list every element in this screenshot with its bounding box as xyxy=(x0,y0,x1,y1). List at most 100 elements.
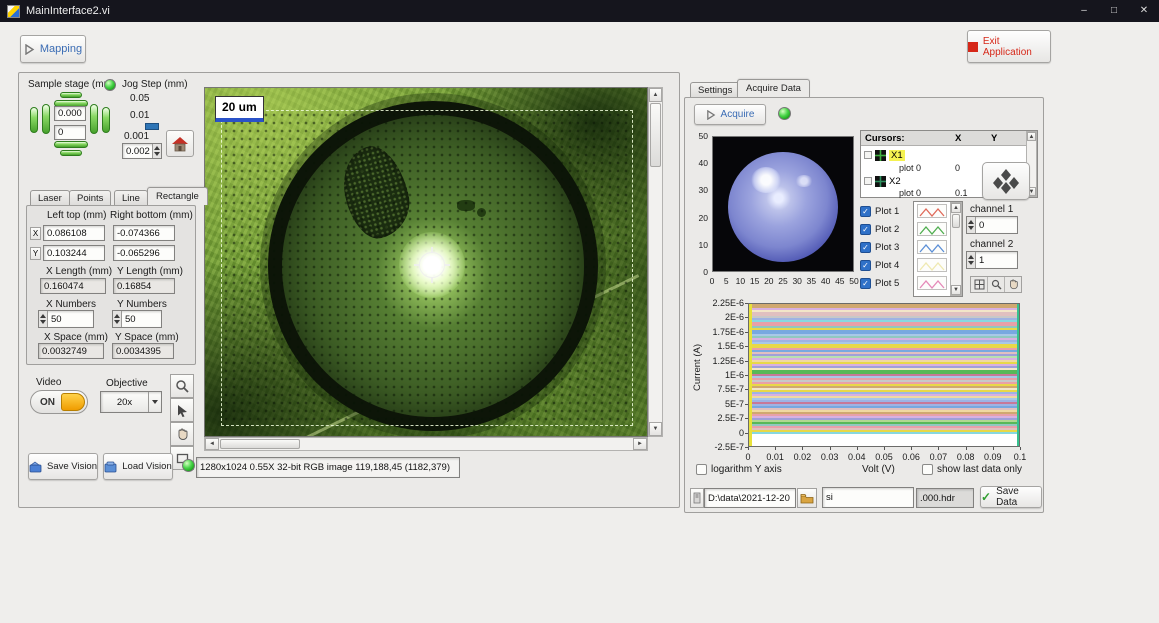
zoom-tool-button[interactable] xyxy=(170,374,194,398)
load-vision-button[interactable]: Load Vision xyxy=(103,453,173,480)
cursor-row-x1[interactable]: X1 xyxy=(864,149,1024,161)
plot-checkbox[interactable]: ✓ xyxy=(860,224,871,235)
iv-xtick-mark xyxy=(911,447,912,450)
browse-folder-button[interactable] xyxy=(797,488,817,508)
tab-line[interactable]: Line xyxy=(114,190,148,206)
iv-ytick: 2E-6 xyxy=(690,312,744,322)
close-button[interactable]: ✕ xyxy=(1129,0,1159,22)
save-vision-icon xyxy=(29,461,42,473)
channel1-spinner[interactable] xyxy=(967,217,976,233)
plot-checkbox[interactable]: ✓ xyxy=(860,278,871,289)
channel2-field[interactable]: 1 xyxy=(966,251,1018,269)
iv-cursor-x2-line[interactable] xyxy=(1017,304,1020,447)
plot-checkbox[interactable]: ✓ xyxy=(860,206,871,217)
tab-acquire-data[interactable]: Acquire Data xyxy=(737,79,810,97)
hand-icon xyxy=(176,428,189,441)
image-horizontal-scrollbar[interactable]: ◄ ► xyxy=(204,437,648,451)
plot-checkbox[interactable]: ✓ xyxy=(860,260,871,271)
stage-x-field[interactable]: 0.000 xyxy=(54,106,86,121)
exit-application-button[interactable]: Exit Application xyxy=(967,30,1051,63)
jog-step-value-field[interactable]: 0.002 xyxy=(122,143,162,159)
pan-tool-button[interactable] xyxy=(170,422,194,446)
save-vision-button[interactable]: Save Vision xyxy=(28,453,98,480)
acquire-button[interactable]: Acquire xyxy=(694,104,766,125)
intensity-graph-plot[interactable] xyxy=(712,136,854,272)
left-top-y-field[interactable]: 0.103244 xyxy=(43,245,105,261)
intensity-disc xyxy=(728,152,838,262)
jog-right-fast-button[interactable] xyxy=(102,107,110,133)
jog-left-button[interactable] xyxy=(42,104,50,134)
jog-down-button[interactable] xyxy=(54,141,88,148)
plot-legend-scrollbar[interactable]: ▲ ▼ xyxy=(950,202,962,296)
graph-pan-button[interactable] xyxy=(1005,277,1021,292)
jog-right-button[interactable] xyxy=(90,104,98,134)
save-data-button[interactable]: ✓ Save Data xyxy=(980,486,1042,508)
plot-style-icon[interactable] xyxy=(917,240,947,254)
mapping-button[interactable]: Mapping xyxy=(20,35,86,63)
stage-y-field[interactable]: 0 xyxy=(54,125,86,140)
graph-crosshair-button[interactable] xyxy=(971,277,988,292)
iv-ytick: 2.5E-7 xyxy=(690,413,744,423)
cursor-x1-plot: plot 0 xyxy=(899,163,921,173)
plot-style-icon[interactable] xyxy=(917,276,947,290)
filename-field[interactable]: si xyxy=(822,487,914,508)
cursor-tool-button[interactable] xyxy=(170,398,194,422)
jog-option-0001[interactable]: 0.001 xyxy=(124,131,149,142)
plot-row[interactable]: ✓Plot 3 xyxy=(860,239,912,255)
graph-zoom-button[interactable] xyxy=(988,277,1005,292)
plot-row[interactable]: ✓Plot 2 xyxy=(860,221,912,237)
crosshair-marker xyxy=(419,252,445,278)
tab-settings[interactable]: Settings xyxy=(690,82,740,98)
channel1-field[interactable]: 0 xyxy=(966,216,1018,234)
tab-rectangle[interactable]: Rectangle xyxy=(147,187,208,205)
maximize-button[interactable]: □ xyxy=(1099,0,1129,22)
intensity-ytick: 20 xyxy=(690,213,708,223)
plot-checkbox[interactable]: ✓ xyxy=(860,242,871,253)
intensity-ytick: 10 xyxy=(690,240,708,250)
cursor-mover-diamonds-icon xyxy=(991,168,1021,194)
tab-points[interactable]: Points xyxy=(69,190,111,206)
iv-plot-area[interactable] xyxy=(748,303,1020,447)
show-last-checkbox[interactable] xyxy=(922,464,933,475)
jog-option-005[interactable]: 0.05 xyxy=(130,93,149,104)
plot-style-icon[interactable] xyxy=(917,204,947,218)
x-numbers-spinner[interactable] xyxy=(39,311,48,327)
microscope-image[interactable]: 20 um xyxy=(204,87,648,437)
video-toggle[interactable]: ON xyxy=(30,390,88,414)
y-numbers-field[interactable]: 50 xyxy=(112,310,162,328)
iv-xtick: 0.09 xyxy=(981,452,1005,462)
cursor-mover-button[interactable] xyxy=(982,162,1030,200)
image-vertical-scrollbar[interactable]: ▲ ▼ xyxy=(648,87,663,437)
iv-cursor-x1-line[interactable] xyxy=(749,304,752,447)
right-bottom-y-field[interactable]: -0.065296 xyxy=(113,245,175,261)
home-button[interactable] xyxy=(166,130,194,157)
jog-step-spinner[interactable] xyxy=(152,144,161,158)
iv-ytick-mark xyxy=(745,303,748,304)
intensity-graph[interactable]: 0102030405005101520253035404550 xyxy=(690,130,860,292)
jog-step-slider-thumb[interactable] xyxy=(145,123,159,130)
data-path-field[interactable]: D:\data\2021-12-20 xyxy=(704,488,796,508)
plot-row[interactable]: ✓Plot 4 xyxy=(860,257,912,273)
tab-laser[interactable]: Laser xyxy=(30,190,70,206)
plot-style-icon[interactable] xyxy=(917,258,947,272)
plot-row[interactable]: ✓Plot 5 xyxy=(860,275,912,291)
jog-left-fast-button[interactable] xyxy=(30,107,38,133)
plot-row[interactable]: ✓Plot 1 xyxy=(860,203,912,219)
iv-chart[interactable]: Current (A) 2.25E-62E-61.75E-61.5E-61.25… xyxy=(690,296,1044,468)
jog-option-001[interactable]: 0.01 xyxy=(130,110,149,121)
jog-down-fast-button[interactable] xyxy=(60,150,82,156)
plot-style-icon[interactable] xyxy=(917,222,947,236)
objective-dropdown[interactable]: 20x xyxy=(100,391,162,413)
minimize-button[interactable]: – xyxy=(1069,0,1099,22)
load-vision-label: Load Vision xyxy=(122,461,171,472)
y-length-value: 0.16854 xyxy=(113,278,175,294)
log-y-checkbox[interactable] xyxy=(696,464,707,475)
x-numbers-field[interactable]: 50 xyxy=(38,310,94,328)
left-top-x-field[interactable]: 0.086108 xyxy=(43,225,105,241)
jog-up-fast-button[interactable] xyxy=(60,92,82,98)
cursor-legend-header: Cursors: X Y xyxy=(861,131,1027,146)
channel2-spinner[interactable] xyxy=(967,252,976,268)
y-numbers-spinner[interactable] xyxy=(113,311,122,327)
right-bottom-x-field[interactable]: -0.074366 xyxy=(113,225,175,241)
iv-ytick-mark xyxy=(745,317,748,318)
